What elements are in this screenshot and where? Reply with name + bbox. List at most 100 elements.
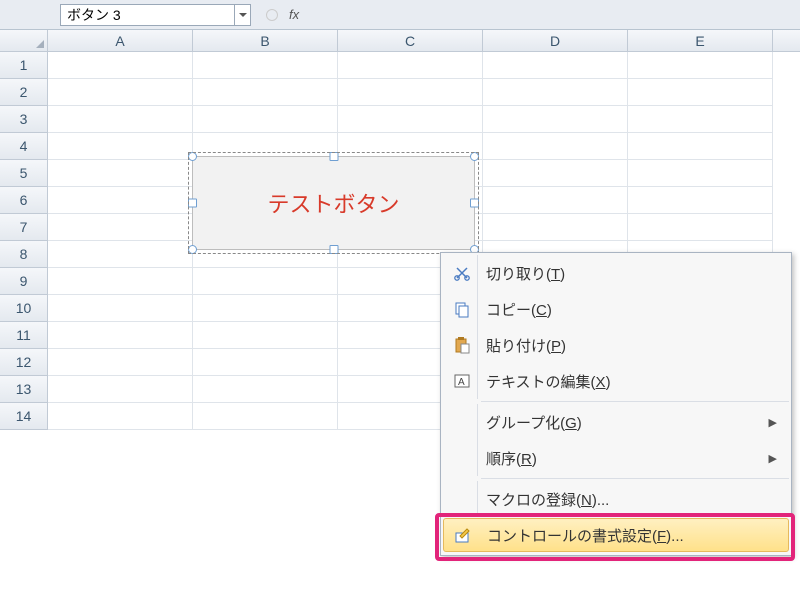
resize-handle[interactable] <box>188 152 197 161</box>
cell[interactable] <box>483 79 628 106</box>
svg-text:A: A <box>458 377 465 388</box>
cell[interactable] <box>628 106 773 133</box>
menu-label: グループ化(G) <box>486 412 769 433</box>
cell[interactable] <box>48 241 193 268</box>
cell[interactable] <box>193 376 338 403</box>
menu-copy[interactable]: コピー(C) <box>443 291 789 327</box>
menu-edit-text[interactable]: A テキストの編集(X) <box>443 363 789 399</box>
row-header[interactable]: 9 <box>0 268 48 295</box>
cell[interactable] <box>628 160 773 187</box>
cell[interactable] <box>48 214 193 241</box>
menu-grouping[interactable]: グループ化(G) ▶ <box>443 404 789 440</box>
cell[interactable] <box>338 52 483 79</box>
cell[interactable] <box>483 187 628 214</box>
cell[interactable] <box>48 349 193 376</box>
row-header[interactable]: 8 <box>0 241 48 268</box>
cell[interactable] <box>193 106 338 133</box>
menu-divider <box>481 401 789 402</box>
row-header[interactable]: 11 <box>0 322 48 349</box>
cell[interactable] <box>48 376 193 403</box>
formula-bar: ボタン 3 fx <box>0 0 800 30</box>
scissors-icon <box>453 264 471 282</box>
col-header[interactable]: A <box>48 30 193 51</box>
cell[interactable] <box>628 133 773 160</box>
spreadsheet-grid: A B C D E 1234567891011121314 テストボタン 切り取… <box>0 30 800 430</box>
menu-label: コピー(C) <box>486 299 781 320</box>
col-header[interactable]: D <box>483 30 628 51</box>
col-header[interactable]: C <box>338 30 483 51</box>
row-header[interactable]: 13 <box>0 376 48 403</box>
resize-handle[interactable] <box>188 199 197 208</box>
menu-format-control[interactable]: コントロールの書式設定(F)... <box>443 518 789 552</box>
cell[interactable] <box>628 79 773 106</box>
row-header[interactable]: 6 <box>0 187 48 214</box>
cell[interactable] <box>193 295 338 322</box>
cell[interactable] <box>48 106 193 133</box>
cell[interactable] <box>48 322 193 349</box>
cell[interactable] <box>338 79 483 106</box>
context-menu: 切り取り(T) コピー(C) 貼り付け(P) A テキストの編集(X) グループ… <box>440 252 792 556</box>
fx-label[interactable]: fx <box>289 7 299 22</box>
cell[interactable] <box>483 133 628 160</box>
cell[interactable] <box>193 268 338 295</box>
cell[interactable] <box>48 187 193 214</box>
row-header[interactable]: 10 <box>0 295 48 322</box>
form-button[interactable]: テストボタン <box>192 156 475 250</box>
resize-handle[interactable] <box>329 152 338 161</box>
row-header[interactable]: 7 <box>0 214 48 241</box>
cell[interactable] <box>48 268 193 295</box>
cell[interactable] <box>628 187 773 214</box>
cell[interactable] <box>48 79 193 106</box>
resize-handle[interactable] <box>329 245 338 254</box>
cell[interactable] <box>193 403 338 430</box>
cell[interactable] <box>483 214 628 241</box>
row-header[interactable]: 2 <box>0 79 48 106</box>
cell[interactable] <box>483 160 628 187</box>
resize-handle[interactable] <box>470 199 479 208</box>
row-header[interactable]: 14 <box>0 403 48 430</box>
cell[interactable] <box>193 52 338 79</box>
cancel-formula-icon <box>261 5 283 25</box>
menu-label: 貼り付け(P) <box>486 335 781 356</box>
menu-paste[interactable]: 貼り付け(P) <box>443 327 789 363</box>
row-header[interactable]: 5 <box>0 160 48 187</box>
name-box[interactable]: ボタン 3 <box>60 4 235 26</box>
cell[interactable] <box>338 106 483 133</box>
cell[interactable] <box>48 52 193 79</box>
form-button-label: テストボタン <box>267 187 399 219</box>
cell[interactable] <box>48 133 193 160</box>
cell[interactable] <box>483 106 628 133</box>
select-all-corner[interactable] <box>0 30 48 51</box>
menu-label: コントロールの書式設定(F)... <box>487 525 780 546</box>
name-box-dropdown[interactable] <box>235 4 251 26</box>
resize-handle[interactable] <box>470 152 479 161</box>
cell[interactable] <box>193 349 338 376</box>
row-header[interactable]: 3 <box>0 106 48 133</box>
submenu-arrow-icon: ▶ <box>769 416 777 429</box>
menu-label: 順序(R) <box>486 448 769 469</box>
row-header[interactable]: 1 <box>0 52 48 79</box>
menu-order[interactable]: 順序(R) ▶ <box>443 440 789 476</box>
copy-icon <box>453 300 471 318</box>
cell[interactable] <box>48 160 193 187</box>
col-header[interactable]: B <box>193 30 338 51</box>
cell[interactable] <box>48 295 193 322</box>
paste-icon <box>453 336 471 354</box>
col-header[interactable]: E <box>628 30 773 51</box>
cell[interactable] <box>193 322 338 349</box>
cell[interactable] <box>48 403 193 430</box>
menu-label: 切り取り(T) <box>486 263 781 284</box>
resize-handle[interactable] <box>188 245 197 254</box>
menu-cut[interactable]: 切り取り(T) <box>443 255 789 291</box>
menu-divider <box>481 478 789 479</box>
cell[interactable] <box>628 214 773 241</box>
submenu-arrow-icon: ▶ <box>769 452 777 465</box>
cell[interactable] <box>628 52 773 79</box>
cell[interactable] <box>193 79 338 106</box>
row-header[interactable]: 12 <box>0 349 48 376</box>
textbox-icon: A <box>453 372 471 390</box>
format-icon <box>454 526 472 544</box>
cell[interactable] <box>483 52 628 79</box>
row-header[interactable]: 4 <box>0 133 48 160</box>
menu-assign-macro[interactable]: マクロの登録(N)... <box>443 481 789 517</box>
